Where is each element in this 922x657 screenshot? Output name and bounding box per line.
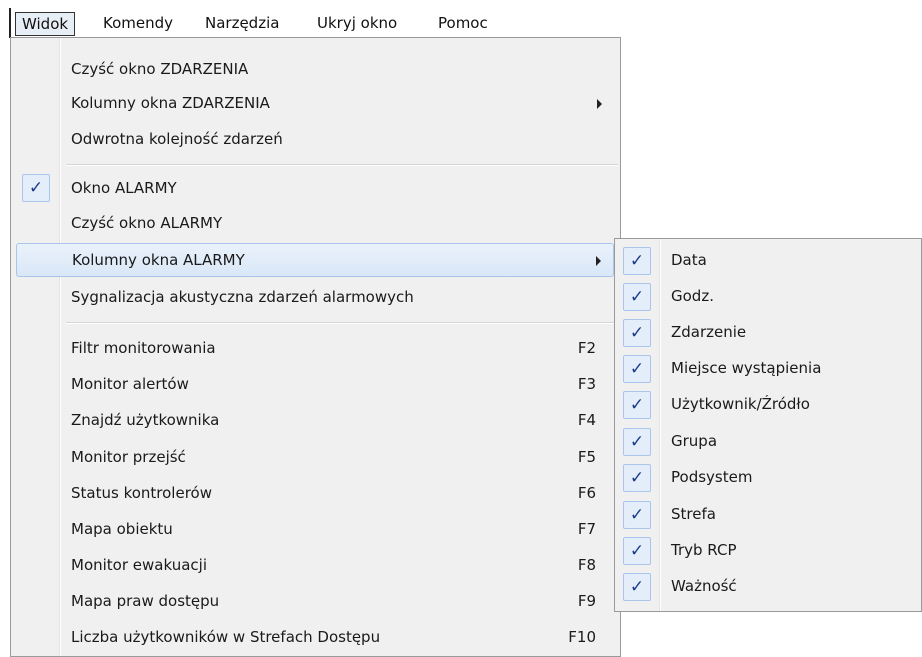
submenu-arrow-icon (597, 99, 602, 109)
menu-item-kolumny-okna-alarmy[interactable]: Kolumny okna ALARMY (16, 243, 614, 277)
menu-separator (66, 322, 618, 324)
menu-item-label: Kolumny okna ZDARZENIA (71, 94, 270, 112)
menu-separator (66, 164, 618, 166)
menu-item-label: Filtr monitorowania (71, 339, 216, 357)
submenu-item-miejsce-wystapienia[interactable]: ✓ Miejsce wystąpienia (619, 352, 917, 386)
checkmark-icon: ✓ (623, 319, 651, 347)
submenu-item-label: Strefa (671, 505, 716, 523)
menu-item-filtr-monitorowania[interactable]: Filtr monitorowania F2 (16, 332, 614, 366)
menu-item-liczba-uzytkownikow[interactable]: Liczba użytkowników w Strefach Dostępu F… (16, 621, 614, 655)
menu-item-label: Monitor alertów (71, 375, 189, 393)
checkmark-icon: ✓ (623, 283, 651, 311)
menu-item-label: Mapa praw dostępu (71, 592, 220, 610)
menu-item-label: Sygnalizacja akustyczna zdarzeń alarmowy… (71, 288, 414, 306)
submenu-item-podsystem[interactable]: ✓ Podsystem (619, 461, 917, 495)
widok-dropdown: Czyść okno ZDARZENIA Kolumny okna ZDARZE… (10, 37, 621, 657)
menu-item-monitor-przejsc[interactable]: Monitor przejść F5 (16, 441, 614, 475)
submenu-item-grupa[interactable]: ✓ Grupa (619, 425, 917, 459)
menu-widok[interactable]: Widok (15, 12, 76, 36)
shortcut-label: F2 (577, 339, 596, 357)
submenu-item-strefa[interactable]: ✓ Strefa (619, 498, 917, 532)
menu-item-odwrotna-kolejnosc[interactable]: Odwrotna kolejność zdarzeń (16, 123, 614, 157)
menu-item-monitor-ewakuacji[interactable]: Monitor ewakuacji F8 (16, 549, 614, 583)
submenu-item-label: Miejsce wystąpienia (671, 359, 822, 377)
menu-item-znajdz-uzytkownika[interactable]: Znajdź użytkownika F4 (16, 404, 614, 438)
submenu-item-tryb-rcp[interactable]: ✓ Tryb RCP (619, 534, 917, 568)
checkmark-icon: ✓ (623, 537, 651, 565)
menu-item-mapa-obiektu[interactable]: Mapa obiektu F7 (16, 513, 614, 547)
checkmark-icon: ✓ (623, 428, 651, 456)
menu-item-label: Monitor przejść (71, 448, 186, 466)
submenu-item-label: Data (671, 251, 707, 269)
menu-komendy[interactable]: Komendy (97, 12, 179, 36)
checkmark-icon: ✓ (623, 573, 651, 601)
submenu-item-label: Ważność (671, 577, 737, 595)
shortcut-label: F3 (577, 375, 596, 393)
menu-item-okno-alarmy[interactable]: ✓ Okno ALARMY (16, 172, 614, 206)
menu-item-status-kontrolerow[interactable]: Status kontrolerów F6 (16, 477, 614, 511)
submenu-item-label: Godz. (671, 287, 714, 305)
menu-item-sygnalizacja-akustyczna[interactable]: Sygnalizacja akustyczna zdarzeń alarmowy… (16, 281, 614, 315)
checkmark-icon: ✓ (22, 174, 50, 202)
submenu-item-label: Tryb RCP (671, 541, 737, 559)
menu-item-label: Odwrotna kolejność zdarzeń (71, 130, 283, 148)
shortcut-label: F6 (577, 484, 596, 502)
shortcut-label: F10 (568, 628, 596, 646)
menu-item-label: Kolumny okna ALARMY (72, 251, 245, 269)
shortcut-label: F5 (577, 448, 596, 466)
shortcut-label: F8 (577, 556, 596, 574)
kolumny-alarmy-submenu: ✓ Data ✓ Godz. ✓ Zdarzenie ✓ Miejsce wys… (614, 238, 922, 612)
menu-item-label: Czyść okno ZDARZENIA (71, 60, 249, 78)
menu-item-label: Status kontrolerów (71, 484, 212, 502)
checkmark-icon: ✓ (623, 355, 651, 383)
submenu-arrow-icon (596, 256, 601, 266)
menu-item-label: Liczba użytkowników w Strefach Dostępu (71, 628, 381, 646)
shortcut-label: F9 (577, 592, 596, 610)
menu-item-label: Monitor ewakuacji (71, 556, 207, 574)
menu-item-kolumny-okna-zdarzenia[interactable]: Kolumny okna ZDARZENIA (16, 87, 614, 121)
menu-item-label: Czyść okno ALARMY (71, 214, 223, 232)
submenu-item-data[interactable]: ✓ Data (619, 244, 917, 278)
checkmark-icon: ✓ (623, 247, 651, 275)
menu-item-czysc-okno-zdarzenia[interactable]: Czyść okno ZDARZENIA (16, 53, 614, 87)
checkmark-icon: ✓ (623, 464, 651, 492)
menu-item-mapa-praw-dostepu[interactable]: Mapa praw dostępu F9 (16, 585, 614, 619)
submenu-item-label: Grupa (671, 432, 718, 450)
shortcut-label: F7 (577, 520, 596, 538)
menu-bar: Widok Komendy Narzędzia Ukryj okno Pomoc (9, 8, 517, 38)
submenu-item-zdarzenie[interactable]: ✓ Zdarzenie (619, 316, 917, 350)
submenu-item-godz[interactable]: ✓ Godz. (619, 280, 917, 314)
checkmark-icon: ✓ (623, 391, 651, 419)
submenu-item-waznosc[interactable]: ✓ Ważność (619, 570, 917, 604)
checkmark-icon: ✓ (623, 501, 651, 529)
shortcut-label: F4 (577, 411, 596, 429)
submenu-item-label: Zdarzenie (671, 323, 747, 341)
submenu-item-label: Podsystem (671, 468, 753, 486)
menu-item-czysc-okno-alarmy[interactable]: Czyść okno ALARMY (16, 207, 614, 241)
menu-item-label: Mapa obiektu (71, 520, 173, 538)
menu-item-label: Znajdź użytkownika (71, 411, 220, 429)
submenu-item-uzytkownik-zrodlo[interactable]: ✓ Użytkownik/Źródło (619, 388, 917, 422)
menu-pomoc[interactable]: Pomoc (432, 12, 494, 36)
menu-ukryj-okno[interactable]: Ukryj okno (311, 12, 403, 36)
submenu-item-label: Użytkownik/Źródło (671, 395, 810, 413)
menu-narzedzia[interactable]: Narzędzia (199, 12, 285, 36)
menu-item-label: Okno ALARMY (71, 179, 177, 197)
menu-item-monitor-alertow[interactable]: Monitor alertów F3 (16, 368, 614, 402)
